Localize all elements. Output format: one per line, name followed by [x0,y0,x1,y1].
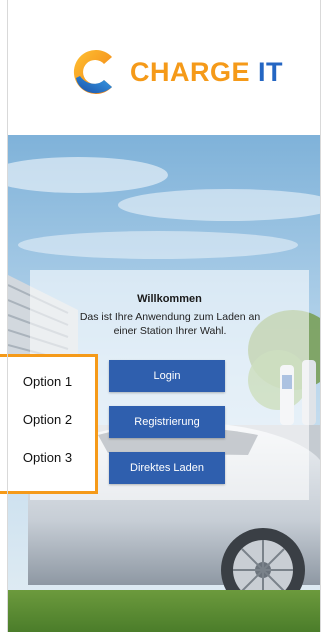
option-1[interactable]: Option 1 [0,374,95,389]
options-panel: Option 1 Option 2 Option 3 [0,354,98,494]
option-3[interactable]: Option 3 [0,450,95,465]
register-button[interactable]: Registrierung [109,406,225,438]
welcome-description: Das ist Ihre Anwendung zum Laden an eine… [55,310,285,338]
brand-name-accent: IT [258,56,284,87]
login-button[interactable]: Login [109,360,225,392]
brand-logo: CHARGE IT [68,44,283,100]
welcome-title: Willkommen [137,293,202,305]
app-header: CHARGE IT [8,0,320,135]
direct-charging-button[interactable]: Direktes Laden [109,452,225,484]
charge-it-c-logo-icon [73,50,112,94]
brand-name: CHARGE IT [130,57,283,88]
option-2[interactable]: Option 2 [0,412,95,427]
welcome-description-line-1: Das ist Ihre Anwendung zum Laden an [79,311,261,323]
brand-name-main: CHARGE [130,56,251,87]
welcome-description-line-2: einer Station Ihrer Wahl. [113,325,227,337]
